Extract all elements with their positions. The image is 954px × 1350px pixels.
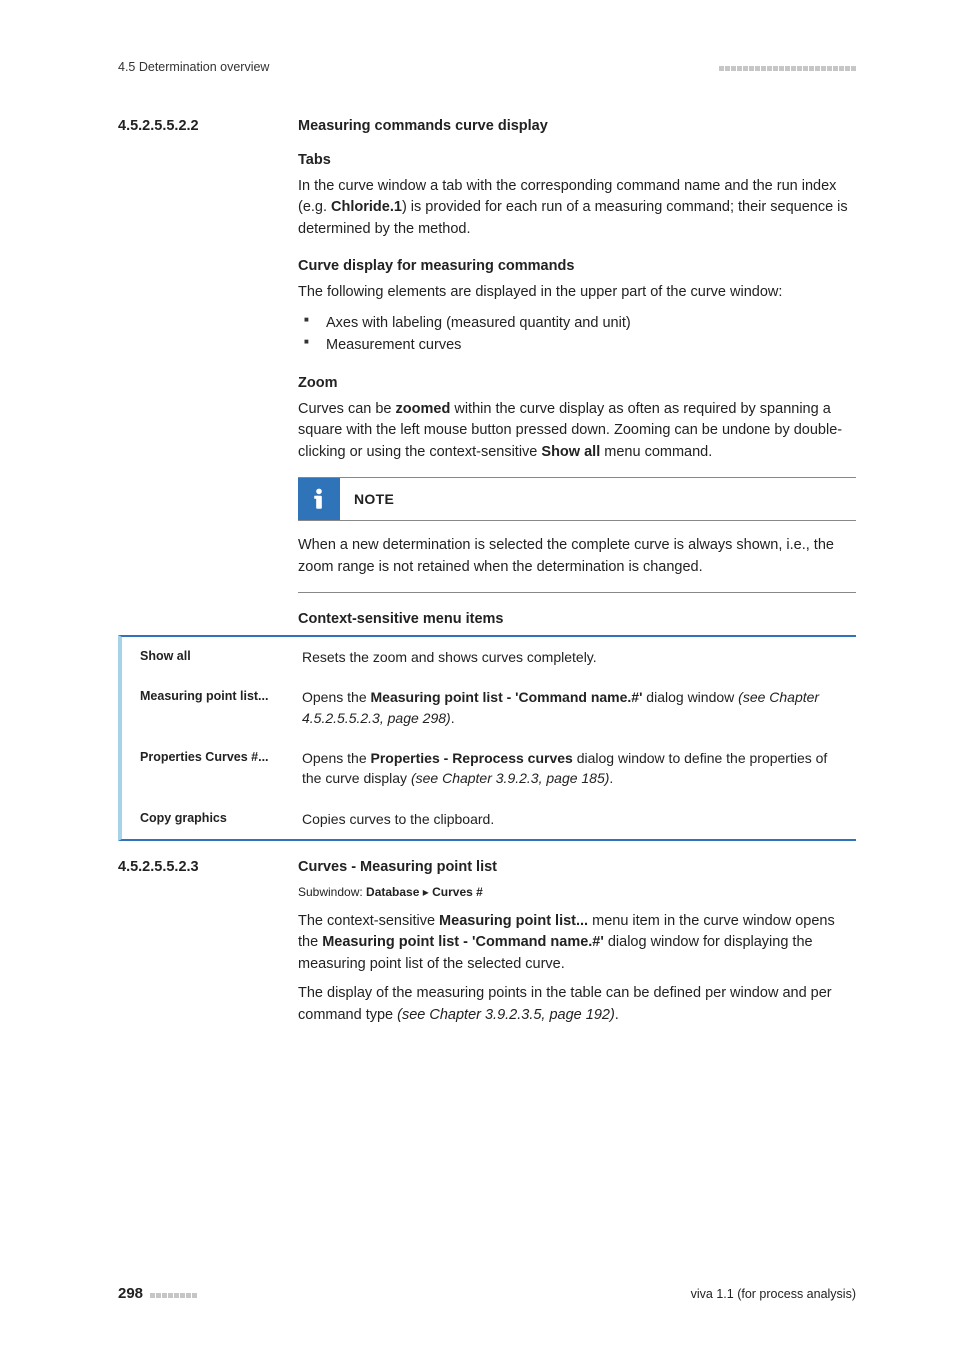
subwindow-breadcrumb: Subwindow: Database ▸ Curves #: [298, 885, 856, 899]
subheading-curve-display: Curve display for measuring commands: [298, 258, 856, 274]
list-item: Axes with labeling (measured quantity an…: [298, 312, 856, 334]
text: Curves can be: [298, 401, 396, 417]
text: .: [609, 770, 613, 786]
cross-ref: (see Chapter 3.9.2.3.5, page 192): [397, 1007, 615, 1023]
text-bold: Properties - Reprocess curves: [371, 750, 573, 766]
text-bold: Measuring point list - 'Command name.#': [371, 689, 643, 705]
section-heading: 4.5.2.5.5.2.2 Measuring commands curve d…: [118, 118, 856, 134]
text-bold: Show all: [541, 444, 600, 460]
text: Opens the: [302, 750, 371, 766]
paragraph: The display of the measuring points in t…: [298, 983, 856, 1026]
zoom-paragraph: Curves can be zoomed within the curve di…: [298, 399, 856, 463]
cross-ref: (see Chapter 3.9.2.3, page 185): [411, 770, 609, 786]
page-number: 298: [118, 1285, 143, 1302]
subheading-context-menu: Context-sensitive menu items: [298, 611, 856, 627]
page-footer: 298 viva 1.1 (for process analysis): [118, 1285, 856, 1302]
table-row: Show all Resets the zoom and shows curve…: [122, 637, 856, 677]
note-label: NOTE: [354, 491, 394, 507]
section-number: 4.5.2.5.5.2.3: [118, 859, 298, 875]
table-row: Measuring point list... Opens the Measur…: [122, 677, 856, 738]
footer-left: 298: [118, 1285, 197, 1302]
menu-item-label: Copy graphics: [140, 809, 302, 829]
section-heading: 4.5.2.5.5.2.3 Curves - Measuring point l…: [118, 859, 856, 875]
menu-item-desc: Resets the zoom and shows curves complet…: [302, 647, 846, 667]
text: .: [451, 710, 455, 726]
breadcrumb-item: Curves #: [432, 885, 483, 899]
menu-item-desc: Opens the Properties - Reprocess curves …: [302, 748, 846, 789]
running-header: 4.5 Determination overview: [118, 60, 856, 74]
menu-item-label: Properties Curves #...: [140, 748, 302, 789]
footer-ornament: [149, 1287, 197, 1301]
menu-item-desc: Copies curves to the clipboard.: [302, 809, 846, 829]
note-body: When a new determination is selected the…: [298, 521, 856, 593]
paragraph: The context-sensitive Measuring point li…: [298, 911, 856, 975]
subheading-tabs: Tabs: [298, 152, 856, 168]
breadcrumb-sep: ▸: [419, 885, 432, 899]
command-example: Chloride.1: [331, 199, 402, 215]
text: menu command.: [600, 444, 712, 460]
menu-item-label: Show all: [140, 647, 302, 667]
list-item: Measurement curves: [298, 334, 856, 356]
section-title: Measuring commands curve display: [298, 118, 548, 134]
note-header: NOTE: [298, 477, 856, 521]
footer-product: viva 1.1 (for process analysis): [691, 1287, 856, 1301]
section-title: Curves - Measuring point list: [298, 859, 497, 875]
text: dialog window: [642, 689, 738, 705]
text: .: [615, 1007, 619, 1023]
table-row: Copy graphics Copies curves to the clipb…: [122, 799, 856, 839]
note-box: NOTE When a new determination is selecte…: [298, 477, 856, 593]
breadcrumb-item: Database: [366, 885, 419, 899]
text-bold: Measuring point list - 'Command name.#': [322, 934, 604, 950]
menu-item-desc: Opens the Measuring point list - 'Comman…: [302, 687, 846, 728]
text-bold: Measuring point list...: [439, 913, 588, 929]
section-number: 4.5.2.5.5.2.2: [118, 118, 298, 134]
info-icon: [298, 478, 340, 520]
text: Opens the: [302, 689, 371, 705]
context-menu-table: Show all Resets the zoom and shows curve…: [118, 635, 856, 841]
text-bold: zoomed: [396, 401, 451, 417]
tabs-paragraph: In the curve window a tab with the corre…: [298, 176, 856, 240]
header-ornament: [718, 60, 856, 74]
text: The context-sensitive: [298, 913, 439, 929]
table-row: Properties Curves #... Opens the Propert…: [122, 738, 856, 799]
curve-elements-list: Axes with labeling (measured quantity an…: [298, 312, 856, 357]
text: Subwindow:: [298, 885, 366, 899]
menu-item-label: Measuring point list...: [140, 687, 302, 728]
header-section-path: 4.5 Determination overview: [118, 60, 269, 74]
curve-paragraph: The following elements are displayed in …: [298, 282, 856, 303]
subheading-zoom: Zoom: [298, 375, 856, 391]
